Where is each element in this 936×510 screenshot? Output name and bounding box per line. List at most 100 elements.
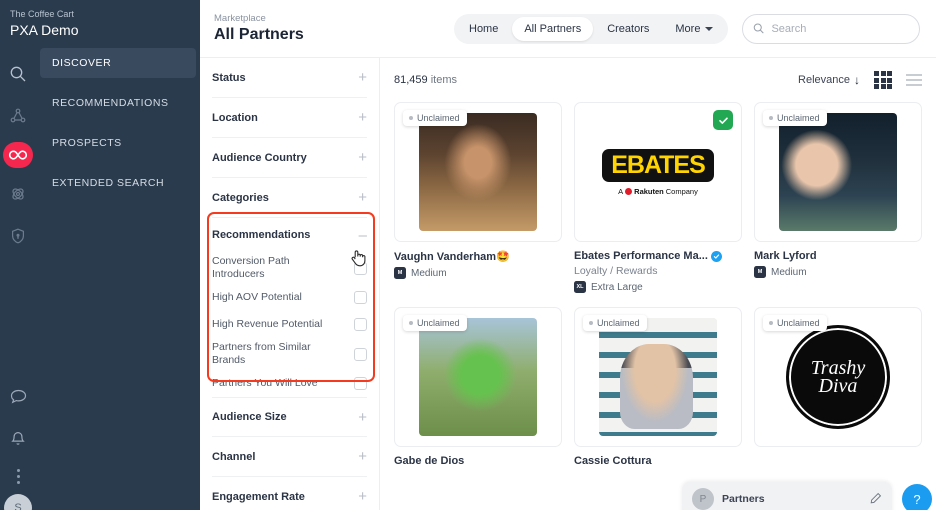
tab-home[interactable]: Home: [457, 17, 510, 41]
left-navigation-panel: The Coffee Cart PXA Demo: [0, 0, 200, 510]
filter-option-label: Partners You Will Love: [212, 377, 318, 390]
workspace-account: The Coffee Cart: [10, 8, 200, 21]
partner-size: M Medium: [394, 267, 562, 279]
status-badge-label: Unclaimed: [777, 318, 820, 328]
partner-name: Mark Lyford: [754, 250, 922, 262]
breadcrumb: Marketplace All Partners: [214, 12, 454, 45]
bell-icon[interactable]: [2, 423, 34, 455]
tab-creators[interactable]: Creators: [595, 17, 661, 41]
filter-option-partners-you-will-love[interactable]: Partners You Will Love: [212, 370, 367, 397]
partner-card[interactable]: Unclaimed Mark Lyford M Medium: [754, 102, 922, 293]
filter-option-conversion-path-introducers[interactable]: Conversion Path Introducers: [212, 252, 367, 284]
more-vertical-icon[interactable]: [17, 469, 20, 484]
filter-group-categories[interactable]: Categories +: [212, 178, 367, 218]
shield-icon[interactable]: [2, 220, 34, 252]
partner-thumbnail[interactable]: Unclaimed: [394, 307, 562, 447]
status-dot-icon: [409, 321, 413, 325]
checkbox[interactable]: [354, 291, 367, 304]
help-button[interactable]: ?: [902, 484, 932, 510]
sidebar-item-label: RECOMMENDATIONS: [52, 97, 169, 109]
filter-label: Status: [212, 72, 246, 84]
chat-avatar: P: [692, 488, 714, 510]
filter-group-audience-country[interactable]: Audience Country +: [212, 138, 367, 178]
checkbox[interactable]: [354, 318, 367, 331]
sort-control[interactable]: Relevance ↓: [798, 73, 860, 87]
top-tabs: Home All Partners Creators More: [454, 14, 728, 44]
tab-more-label: More: [675, 17, 700, 41]
partner-size-label: Medium: [411, 268, 447, 279]
checkbox[interactable]: [354, 377, 367, 390]
status-badge-label: Unclaimed: [417, 113, 460, 123]
partner-thumbnail[interactable]: Unclaimed Trashy Diva: [754, 307, 922, 447]
partner-thumbnail[interactable]: Unclaimed: [574, 307, 742, 447]
chat-widget[interactable]: P Partners: [682, 482, 892, 510]
filter-group-channel[interactable]: Channel +: [212, 437, 367, 477]
sidebar-item-discover[interactable]: DISCOVER: [40, 48, 196, 78]
tab-all-partners[interactable]: All Partners: [512, 17, 593, 41]
compose-pencil-icon[interactable]: [870, 492, 882, 507]
filter-option-high-aov-potential[interactable]: High AOV Potential: [212, 284, 367, 311]
logo-sub-pre: A: [618, 187, 623, 196]
page-title: All Partners: [214, 25, 454, 45]
infinity-icon[interactable]: [3, 142, 33, 168]
list-view-icon[interactable]: [906, 74, 922, 86]
checkbox[interactable]: [354, 348, 367, 361]
partner-logo: Trashy Diva: [786, 325, 890, 429]
status-badge: Unclaimed: [583, 315, 647, 331]
filter-group-status[interactable]: Status +: [212, 58, 367, 98]
mouse-cursor: [350, 248, 368, 273]
filter-option-label: Conversion Path Introducers: [212, 255, 337, 281]
partner-name: Cassie Cottura: [574, 455, 742, 467]
tab-more[interactable]: More: [663, 17, 725, 41]
sidebar-item-recommendations[interactable]: RECOMMENDATIONS: [40, 88, 196, 118]
partner-thumbnail[interactable]: Unclaimed: [394, 102, 562, 242]
partner-image: [599, 318, 717, 436]
status-dot-icon: [769, 321, 773, 325]
logo-sub-brand: Rakuten: [634, 187, 664, 196]
sidebar-item-extended-search[interactable]: EXTENDED SEARCH: [40, 168, 196, 198]
partner-card[interactable]: Unclaimed Trashy Diva: [754, 307, 922, 467]
size-chip-icon: XL: [574, 281, 586, 293]
partner-thumbnail[interactable]: EBATES A Rakuten Company: [574, 102, 742, 242]
user-avatar[interactable]: S: [4, 494, 32, 510]
status-badge: Unclaimed: [403, 110, 467, 126]
app-root: The Coffee Cart PXA Demo: [0, 0, 936, 510]
sidebar-item-label: PROSPECTS: [52, 137, 122, 149]
chat-bubble-icon[interactable]: [2, 381, 34, 413]
partner-card[interactable]: Unclaimed Vaughn Vanderham🤩 M Medium: [394, 102, 562, 293]
filter-group-location[interactable]: Location +: [212, 98, 367, 138]
icon-rail: S: [0, 48, 36, 510]
partner-image: [419, 113, 537, 231]
sort-direction-icon: ↓: [854, 73, 860, 87]
recommendations-header[interactable]: Recommendations –: [212, 218, 367, 252]
results-panel: 81,459 items Relevance ↓: [380, 58, 936, 510]
partner-card[interactable]: EBATES A Rakuten Company: [574, 102, 742, 293]
filter-option-partners-from-similar-brands[interactable]: Partners from Similar Brands: [212, 338, 367, 370]
atom-icon[interactable]: [2, 178, 34, 210]
size-chip-icon: M: [394, 267, 406, 279]
filter-group-audience-size[interactable]: Audience Size +: [212, 397, 367, 437]
search-icon: [753, 22, 764, 35]
sort-label: Relevance: [798, 74, 850, 86]
sidebar-item-prospects[interactable]: PROSPECTS: [40, 128, 196, 158]
partner-thumbnail[interactable]: Unclaimed: [754, 102, 922, 242]
plus-icon: +: [358, 449, 367, 464]
grid-view-icon[interactable]: [874, 71, 892, 89]
partner-size: M Medium: [754, 266, 922, 278]
filter-option-high-revenue-potential[interactable]: High Revenue Potential: [212, 311, 367, 338]
filter-option-label: Partners from Similar Brands: [212, 341, 337, 367]
search-input[interactable]: [771, 23, 909, 35]
partner-size: XL Extra Large: [574, 281, 742, 293]
search-icon[interactable]: [2, 58, 34, 90]
plus-icon: +: [358, 190, 367, 205]
network-icon[interactable]: [2, 100, 34, 132]
partner-card[interactable]: Unclaimed Cassie Cottura: [574, 307, 742, 467]
filter-option-label: High Revenue Potential: [212, 318, 322, 331]
icon-rail-bottom: S: [0, 371, 36, 510]
filter-group-engagement-rate[interactable]: Engagement Rate +: [212, 477, 367, 510]
search-box[interactable]: [742, 14, 920, 44]
partner-card[interactable]: Unclaimed Gabe de Dios: [394, 307, 562, 467]
primary-nav-list: DISCOVER RECOMMENDATIONS PROSPECTS EXTEN…: [40, 48, 196, 208]
filter-option-label: High AOV Potential: [212, 291, 302, 304]
plus-icon: +: [358, 70, 367, 85]
